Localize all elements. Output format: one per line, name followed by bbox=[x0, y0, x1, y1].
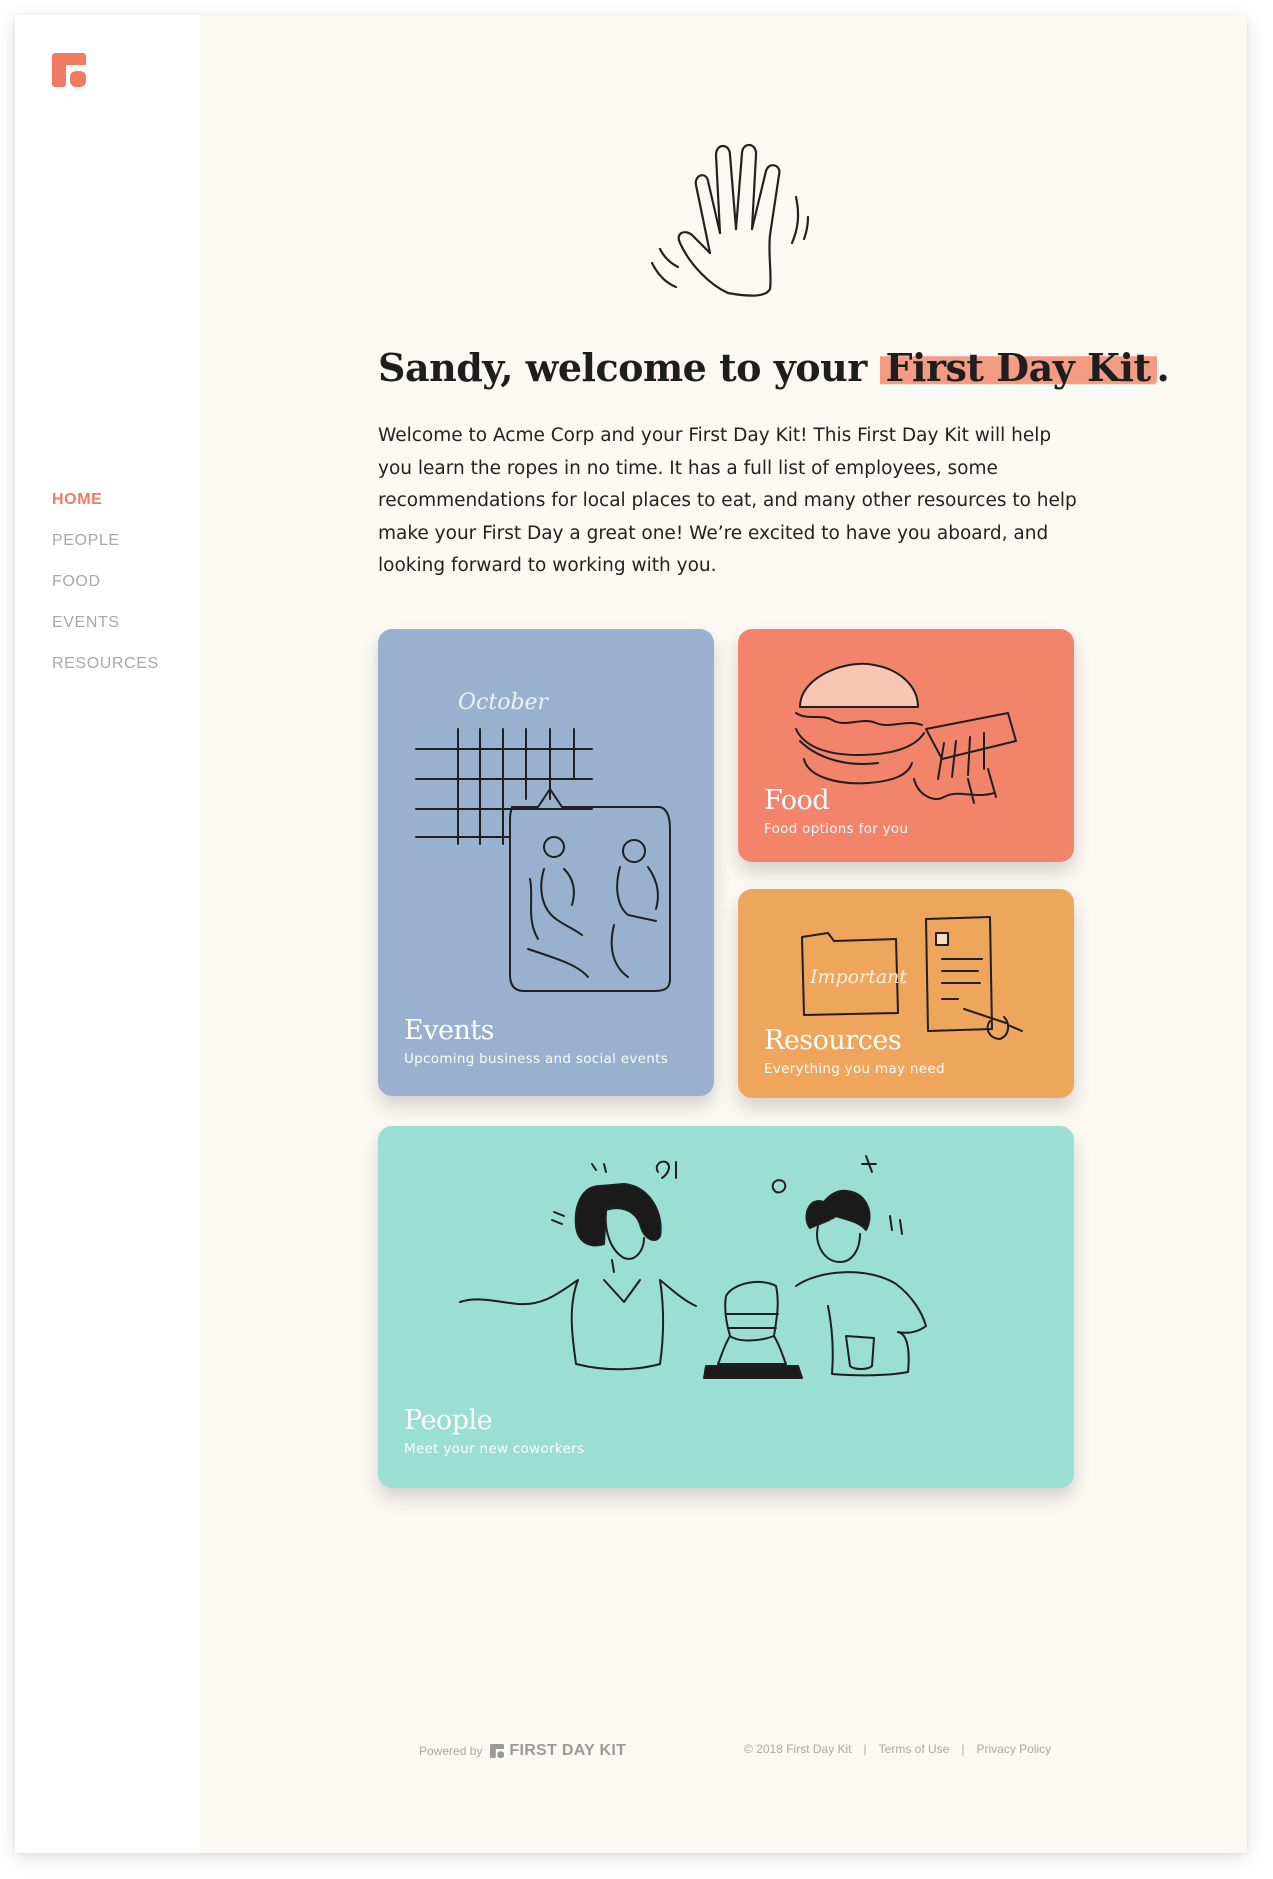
events-card-subtitle: Upcoming business and social events bbox=[404, 1051, 669, 1067]
footer-copyright: © 2018 First Day Kit bbox=[744, 1742, 852, 1756]
sidebar-item-resources[interactable]: RESOURCES bbox=[52, 655, 159, 696]
food-card-title: Food bbox=[764, 785, 830, 816]
app-frame: HOME PEOPLE FOOD EVENTS RESOURCES Sandy,… bbox=[15, 15, 1247, 1853]
people-card-title: People bbox=[404, 1405, 493, 1436]
footer-brand-link[interactable]: FIRST DAY KIT bbox=[509, 1742, 626, 1760]
privacy-policy-link[interactable]: Privacy Policy bbox=[976, 1742, 1051, 1756]
footer-logo-icon bbox=[490, 1744, 505, 1758]
footer-separator: | bbox=[961, 1742, 965, 1756]
resources-card-subtitle: Everything you may need bbox=[764, 1061, 945, 1077]
events-card-title: Events bbox=[404, 1015, 495, 1046]
footer-links: © 2018 First Day Kit | Terms of Use | Pr… bbox=[744, 1742, 1051, 1756]
sidebar-item-events[interactable]: EVENTS bbox=[52, 614, 159, 655]
sidebar-item-people[interactable]: PEOPLE bbox=[52, 532, 159, 573]
resources-card[interactable]: Important Resources Everything you may n… bbox=[738, 889, 1074, 1098]
food-card-subtitle: Food options for you bbox=[764, 821, 909, 837]
sidebar-nav: HOME PEOPLE FOOD EVENTS RESOURCES bbox=[52, 491, 159, 696]
sidebar-item-food[interactable]: FOOD bbox=[52, 573, 159, 614]
events-card[interactable]: October Events Upcoming business and soc… bbox=[378, 629, 714, 1096]
headline-suffix: . bbox=[1156, 345, 1170, 390]
terms-of-use-link[interactable]: Terms of Use bbox=[879, 1742, 950, 1756]
headline-prefix: Sandy, welcome to your bbox=[378, 345, 880, 390]
sidebar: HOME PEOPLE FOOD EVENTS RESOURCES bbox=[15, 15, 200, 1853]
headline-highlight: First Day Kit bbox=[879, 345, 1157, 390]
page-title: Sandy, welcome to your First Day Kit. bbox=[378, 345, 1170, 390]
footer-separator: | bbox=[863, 1742, 867, 1756]
waving-hand-icon bbox=[650, 143, 810, 297]
main-content: Sandy, welcome to your First Day Kit. We… bbox=[200, 15, 1247, 1853]
footer-powered-by: Powered by FIRST DAY KIT bbox=[419, 1742, 626, 1760]
resources-art-text: Important bbox=[809, 966, 907, 988]
footer-powered-label: Powered by bbox=[419, 1744, 483, 1758]
food-card[interactable]: Food Food options for you bbox=[738, 629, 1074, 862]
people-card[interactable]: People Meet your new coworkers bbox=[378, 1126, 1074, 1488]
resources-card-title: Resources bbox=[764, 1025, 902, 1056]
intro-paragraph: Welcome to Acme Corp and your First Day … bbox=[378, 425, 1077, 576]
events-art-text: October bbox=[458, 690, 550, 715]
sidebar-item-home[interactable]: HOME bbox=[52, 491, 159, 532]
people-card-subtitle: Meet your new coworkers bbox=[404, 1441, 585, 1457]
first-day-kit-logo-icon[interactable] bbox=[52, 53, 86, 87]
